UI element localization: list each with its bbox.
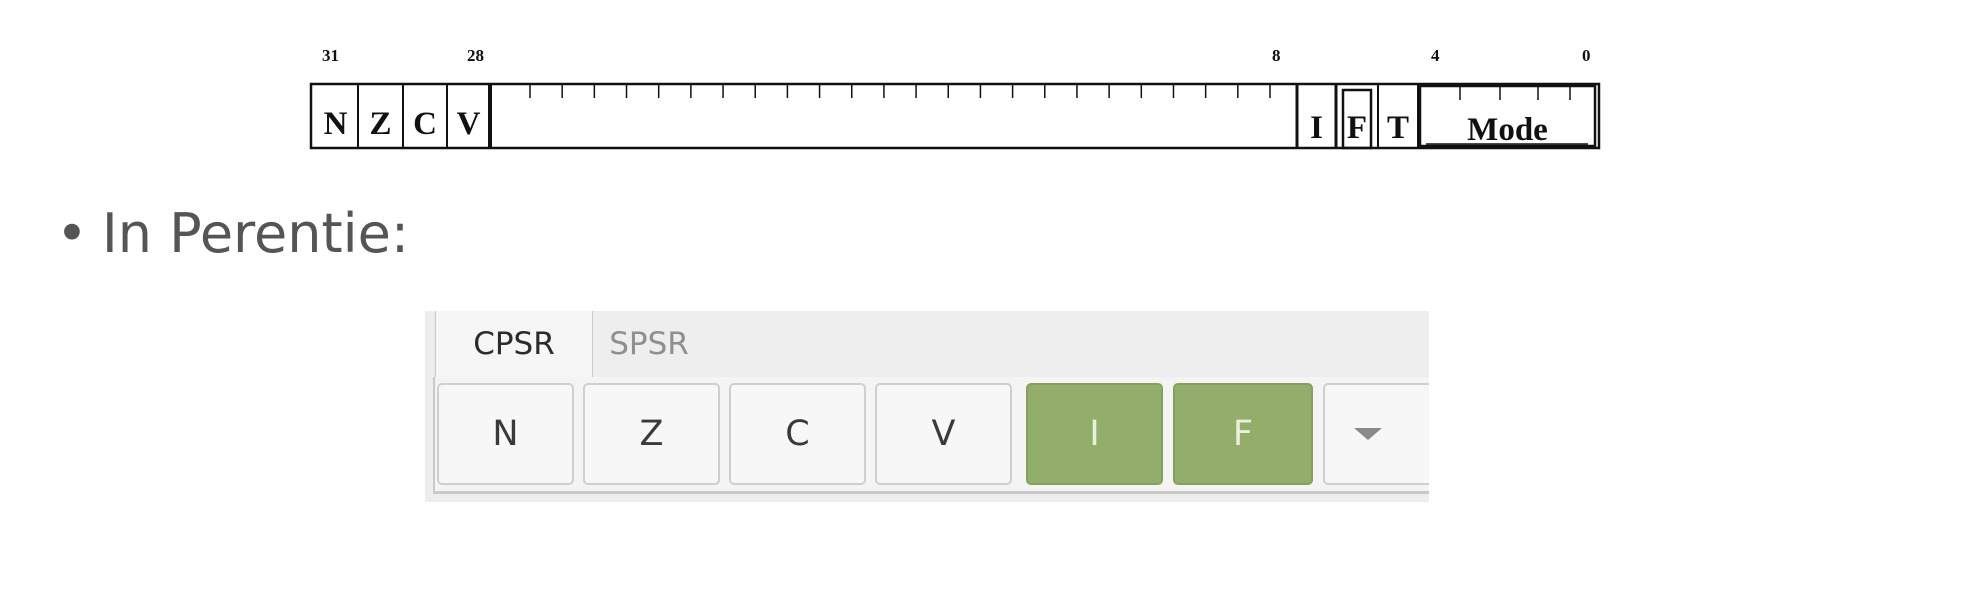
diagram-flag-n: N xyxy=(323,106,348,142)
diagram-mode-label: Mode xyxy=(1467,112,1548,148)
bitfield-graphic xyxy=(309,82,1601,150)
diagram-flag-c: C xyxy=(413,106,437,142)
bit-number-31: 31 xyxy=(322,46,339,65)
diagram-flag-i: I xyxy=(1310,110,1323,146)
bit-number-0: 0 xyxy=(1582,46,1591,65)
tab-cpsr[interactable]: CPSR xyxy=(435,311,593,377)
bullet-text: In Perentie: xyxy=(101,202,410,265)
diagram-flag-v: V xyxy=(456,106,481,142)
diagram-flag-f: F xyxy=(1346,110,1368,146)
cpsr-bitfield-diagram: 31 28 8 4 0 N Z C V I F T Mode xyxy=(0,0,1962,180)
diagram-flag-t: T xyxy=(1386,110,1409,146)
perentie-cpsr-widget: CPSR SPSR N Z C V I F xyxy=(425,311,1429,502)
flag-v-button[interactable]: V xyxy=(875,383,1012,485)
bit-number-4: 4 xyxy=(1431,46,1440,65)
flag-i-button[interactable]: I xyxy=(1026,383,1163,485)
bullet-item: • In Perentie: xyxy=(56,199,409,269)
flag-z-button[interactable]: Z xyxy=(583,383,720,485)
chevron-down-icon xyxy=(1354,428,1382,440)
bullet-dot: • xyxy=(56,202,88,265)
flag-n-button[interactable]: N xyxy=(437,383,574,485)
flag-c-button[interactable]: C xyxy=(729,383,866,485)
diagram-flag-z: Z xyxy=(369,106,392,142)
tab-spsr[interactable]: SPSR xyxy=(592,311,706,377)
bit-number-28: 28 xyxy=(467,46,484,65)
flags-dropdown-button[interactable] xyxy=(1323,383,1429,485)
flag-f-button[interactable]: F xyxy=(1173,383,1313,485)
bit-number-8: 8 xyxy=(1272,46,1281,65)
